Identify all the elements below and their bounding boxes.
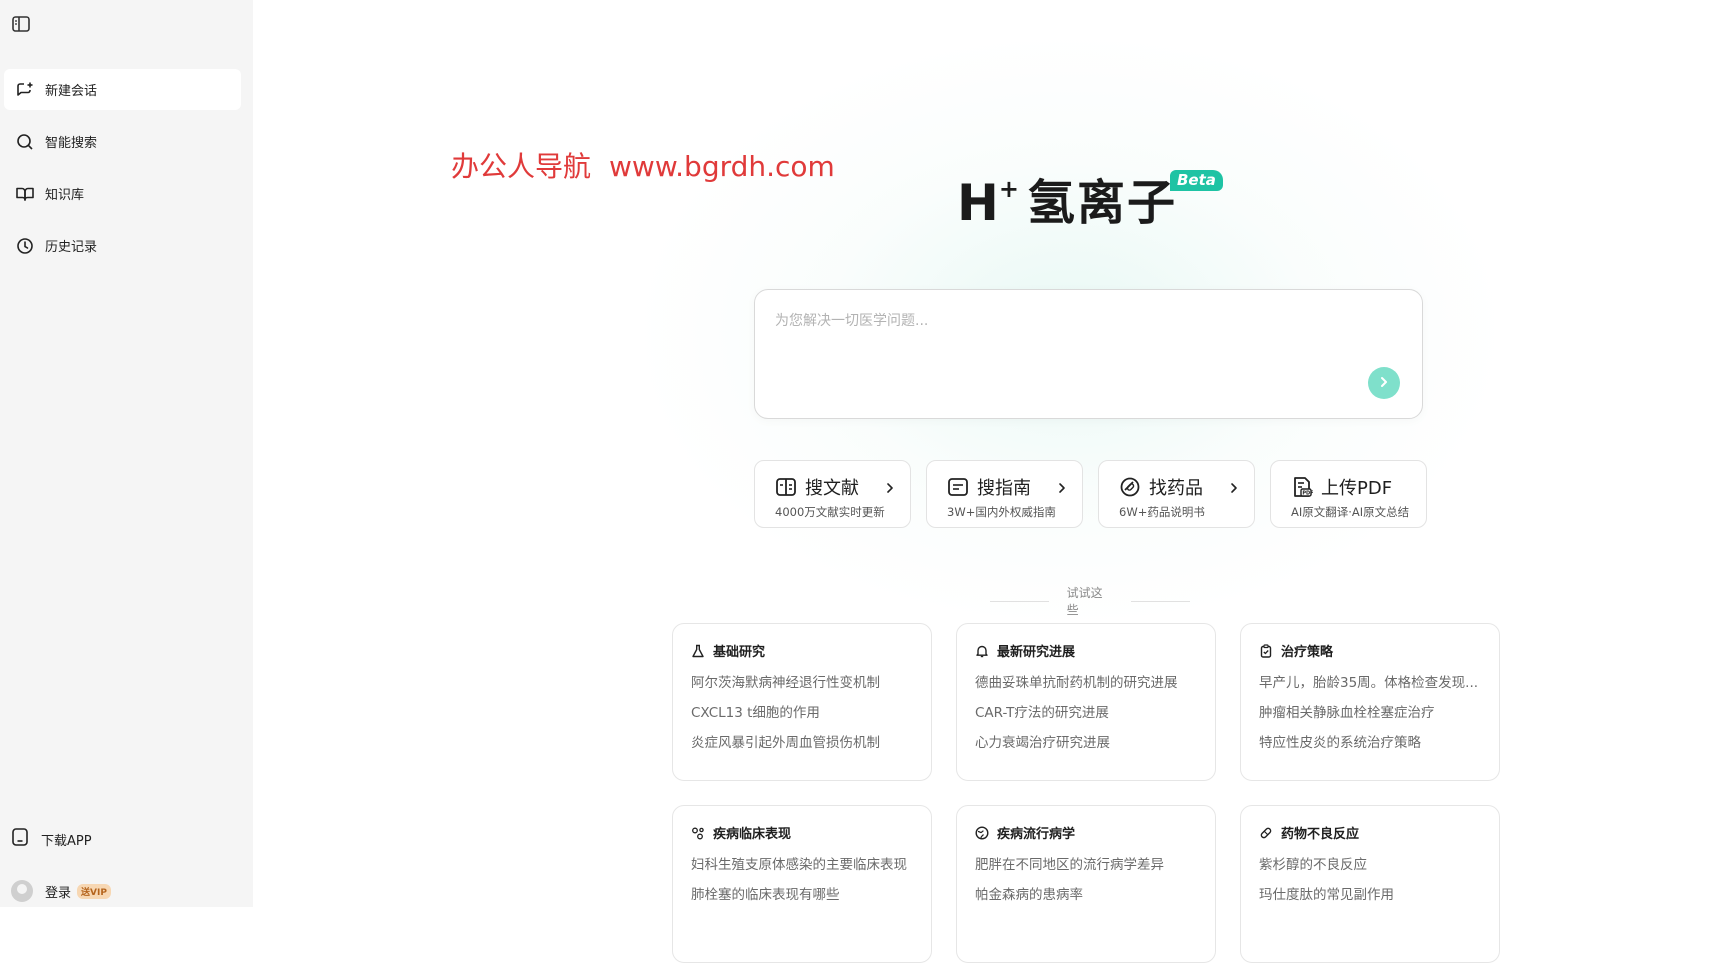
login-label: 登录 xyxy=(45,885,72,901)
try-these-label: 试试这些 xyxy=(1066,586,1103,617)
clock-icon xyxy=(15,236,35,256)
suggestion-question[interactable]: CAR-T疗法的研究进展 xyxy=(975,704,1200,734)
download-app-label: 下载APP xyxy=(41,833,92,849)
tool-upload-pdf[interactable]: PDF 上传PDF AI原文翻译·AI原文总结 xyxy=(1270,460,1427,528)
suggestion-question[interactable]: 肿瘤相关静脉血栓栓塞症治疗 xyxy=(1259,704,1484,734)
suggestion-question[interactable]: 妇科生殖支原体感染的主要临床表现 xyxy=(691,856,916,886)
suggestion-question[interactable]: 德曲妥珠单抗耐药机制的研究进展 xyxy=(975,674,1200,704)
suggestion-question[interactable]: 肥胖在不同地区的流行病学差异 xyxy=(975,856,1200,886)
tool-subtitle: 3W+国内外权威指南 xyxy=(947,505,1056,519)
capsule-icon xyxy=(1259,826,1273,840)
sidebar-item-label: 知识库 xyxy=(45,188,85,203)
sidebar: 新建会话 智能搜索 知识库 历史记录 下载APP 登录 送VIP xyxy=(0,0,253,907)
chevron-right-icon xyxy=(1057,479,1067,498)
sidebar-toggle-icon[interactable] xyxy=(11,15,31,33)
tool-title: 搜文献 xyxy=(805,478,859,499)
sidebar-nav: 新建会话 智能搜索 知识库 历史记录 xyxy=(4,69,241,277)
logo-name: 氢离子 xyxy=(1026,175,1177,231)
watermark-url: www.bgrdh.com xyxy=(609,150,835,183)
beta-badge: Beta xyxy=(1170,170,1223,191)
watermark-name: 办公人导航 xyxy=(451,150,592,183)
suggestion-question[interactable]: 紫杉醇的不良反应 xyxy=(1259,856,1484,886)
card-title: 基础研究 xyxy=(713,645,766,660)
suggestion-question[interactable]: 心力衰竭治疗研究进展 xyxy=(975,734,1200,764)
tool-title: 找药品 xyxy=(1149,478,1203,499)
sidebar-item-new-chat[interactable]: 新建会话 xyxy=(4,69,241,110)
watermark: 办公人导航 www.bgrdh.com xyxy=(451,145,853,185)
card-title: 治疗策略 xyxy=(1281,645,1334,660)
tool-subtitle: AI原文翻译·AI原文总结 xyxy=(1291,505,1410,519)
phone-icon xyxy=(11,827,29,851)
send-button[interactable] xyxy=(1368,367,1400,399)
card-basic-research: 基础研究 阿尔茨海默病神经退行性变机制 CXCL13 t细胞的作用 炎症风暴引起… xyxy=(672,623,932,781)
download-app-button[interactable]: 下载APP xyxy=(11,827,231,851)
tool-find-drugs[interactable]: 找药品 6W+药品说明书 xyxy=(1098,460,1255,528)
pdf-icon: PDF xyxy=(1291,476,1313,498)
card-treatment-strategy: 治疗策略 早产儿，胎龄35周。体格检查发现... 肿瘤相关静脉血栓栓塞症治疗 特… xyxy=(1240,623,1500,781)
card-title: 疾病流行病学 xyxy=(997,827,1076,842)
tool-title: 搜指南 xyxy=(977,478,1031,499)
divider-line xyxy=(990,600,1049,602)
logo-plus: + xyxy=(998,175,1019,203)
login-button[interactable]: 登录 送VIP xyxy=(11,880,231,902)
guide-icon xyxy=(947,476,969,498)
nodes-icon xyxy=(691,826,705,840)
card-title: 药物不良反应 xyxy=(1281,827,1360,842)
chevron-right-icon xyxy=(1377,374,1391,393)
card-title: 最新研究进展 xyxy=(997,645,1076,660)
chevron-right-icon xyxy=(1229,479,1239,498)
try-these-divider: 试试这些 xyxy=(990,584,1190,618)
vip-badge: 送VIP xyxy=(77,883,111,899)
suggestion-question[interactable]: 特应性皮炎的系统治疗策略 xyxy=(1259,734,1484,764)
sidebar-item-label: 智能搜索 xyxy=(45,136,98,151)
suggestion-question[interactable]: 阿尔茨海默病神经退行性变机制 xyxy=(691,674,916,704)
clipboard-icon xyxy=(1259,643,1273,658)
brand-logo: H + 氢离子 xyxy=(957,175,1177,231)
svg-text:PDF: PDF xyxy=(1302,491,1313,497)
chevron-right-icon xyxy=(885,479,895,498)
divider-line xyxy=(1131,600,1190,602)
tool-shortcuts: 搜文献 4000万文献实时更新 搜指南 3W+国内外权威指南 找药品 6W+药品… xyxy=(754,460,1427,528)
flask-icon xyxy=(691,644,705,658)
bell-icon xyxy=(975,644,989,658)
suggestion-question[interactable]: 早产儿，胎龄35周。体格检查发现... xyxy=(1259,674,1484,704)
tool-subtitle: 6W+药品说明书 xyxy=(1119,505,1205,519)
tool-title: 上传PDF xyxy=(1321,478,1393,499)
literature-icon xyxy=(775,476,797,498)
card-clinical-manifestation: 疾病临床表现 妇科生殖支原体感染的主要临床表现 肺栓塞的临床表现有哪些 xyxy=(672,805,932,963)
tool-search-guidelines[interactable]: 搜指南 3W+国内外权威指南 xyxy=(926,460,1083,528)
question-input[interactable] xyxy=(775,310,1395,370)
suggestion-question[interactable]: CXCL13 t细胞的作用 xyxy=(691,704,916,734)
sidebar-item-label: 历史记录 xyxy=(45,240,98,255)
tool-subtitle: 4000万文献实时更新 xyxy=(775,505,885,519)
suggestion-question[interactable]: 肺栓塞的临床表现有哪些 xyxy=(691,886,916,916)
pill-icon xyxy=(1119,476,1141,498)
card-adverse-reactions: 药物不良反应 紫杉醇的不良反应 玛仕度肽的常见副作用 xyxy=(1240,805,1500,963)
book-icon xyxy=(15,184,35,204)
sidebar-item-history[interactable]: 历史记录 xyxy=(4,225,241,266)
card-epidemiology: 疾病流行病学 肥胖在不同地区的流行病学差异 帕金森病的患病率 xyxy=(956,805,1216,963)
sidebar-item-smart-search[interactable]: 智能搜索 xyxy=(4,121,241,162)
avatar xyxy=(11,880,33,902)
suggestion-question[interactable]: 帕金森病的患病率 xyxy=(975,886,1200,916)
new-chat-icon xyxy=(15,80,35,100)
card-title: 疾病临床表现 xyxy=(713,827,792,842)
search-box xyxy=(754,289,1423,419)
suggestion-question[interactable]: 玛仕度肽的常见副作用 xyxy=(1259,886,1484,916)
sidebar-item-knowledge-base[interactable]: 知识库 xyxy=(4,173,241,214)
sidebar-item-label: 新建会话 xyxy=(45,84,98,99)
suggestion-question[interactable]: 炎症风暴引起外周血管损伤机制 xyxy=(691,734,916,764)
logo-h: H xyxy=(957,174,999,232)
card-latest-research: 最新研究进展 德曲妥珠单抗耐药机制的研究进展 CAR-T疗法的研究进展 心力衰竭… xyxy=(956,623,1216,781)
suggestion-cards: 基础研究 阿尔茨海默病神经退行性变机制 CXCL13 t细胞的作用 炎症风暴引起… xyxy=(672,623,1500,963)
globe-icon xyxy=(975,825,989,840)
search-icon xyxy=(15,132,35,152)
tool-search-literature[interactable]: 搜文献 4000万文献实时更新 xyxy=(754,460,911,528)
